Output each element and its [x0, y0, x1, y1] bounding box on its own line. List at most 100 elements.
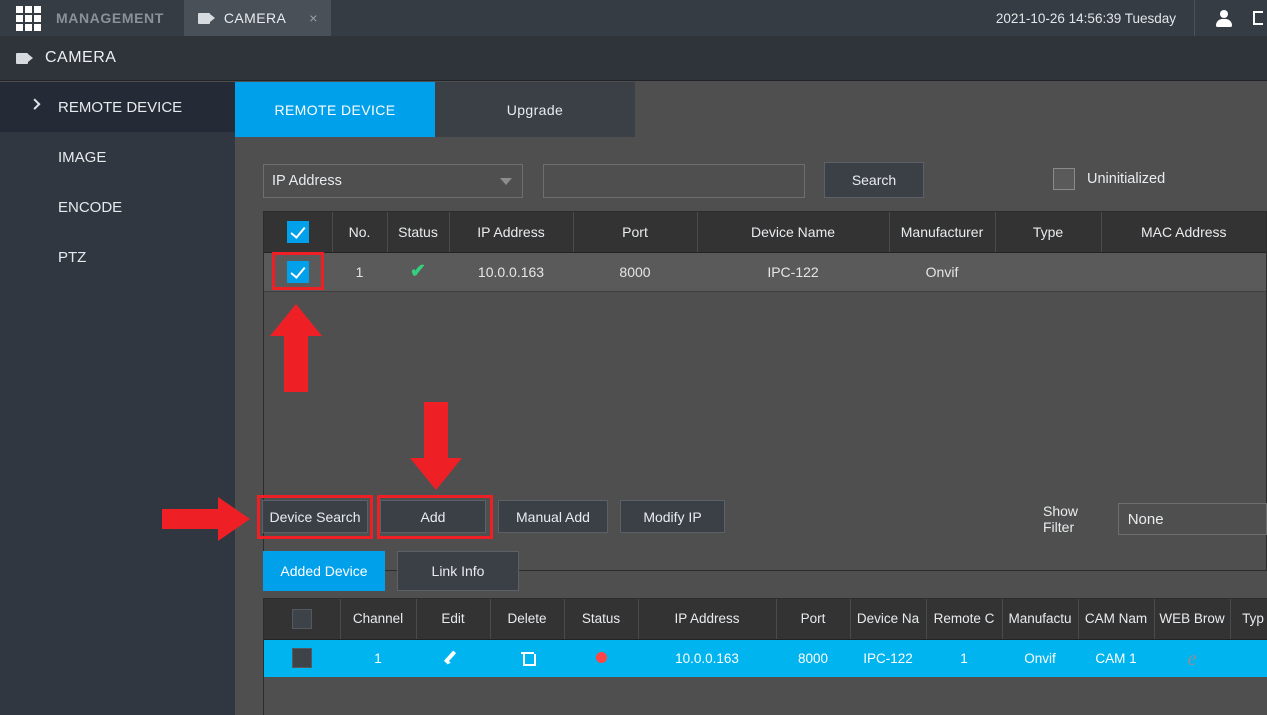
tab-camera[interactable]: CAMERA × [183, 0, 332, 36]
chevron-right-icon [29, 98, 41, 110]
sidebar-item-label: REMOTE DEVICE [58, 98, 183, 116]
trash-icon[interactable] [520, 649, 536, 666]
col-device-name: Device Name [697, 212, 890, 253]
added-row-checkbox-cell[interactable] [264, 639, 340, 677]
sidebar-item-encode[interactable]: ENCODE [0, 182, 235, 232]
added-cell-ip-address: 10.0.0.163 [638, 639, 776, 677]
table-row[interactable]: 1 ✔ 10.0.0.163 8000 IPC-122 Onvif [264, 252, 1266, 292]
sidebar-item-ptz[interactable]: PTZ [0, 232, 235, 282]
search-button[interactable]: Search [824, 162, 924, 198]
added-col-manufacturer: Manufactu [1002, 599, 1079, 640]
added-cell-edit[interactable] [416, 639, 490, 677]
search-filter-select[interactable]: IP Address [263, 164, 523, 198]
select-all-checkbox[interactable] [286, 220, 309, 243]
camera-icon [197, 12, 215, 24]
sidebar-item-label: PTZ [58, 248, 87, 266]
col-no: No. [332, 212, 388, 253]
row-checkbox-cell[interactable] [264, 252, 332, 292]
tab-link-info-label: Link Info [431, 563, 485, 579]
sidebar-item-image[interactable]: IMAGE [0, 132, 235, 182]
show-filter-label: Show Filter [1043, 503, 1079, 535]
device-search-button[interactable]: Device Search [262, 500, 368, 533]
cell-ip-address: 10.0.0.163 [449, 252, 573, 292]
page-title-bar: CAMERA [0, 36, 1267, 81]
logout-icon[interactable] [1253, 0, 1267, 36]
cell-manufacturer: Onvif [889, 252, 995, 292]
cell-device-name: IPC-122 [697, 252, 889, 292]
device-table-header-row: No. Status IP Address Port Device Name M… [264, 212, 1266, 253]
tab-added-device[interactable]: Added Device [263, 551, 385, 591]
added-cell-channel: 1 [340, 639, 416, 677]
action-button-row: Device Search Add Manual Add Modify IP [262, 500, 725, 533]
sidebar-item-label: ENCODE [58, 198, 123, 216]
added-col-channel: Channel [340, 599, 417, 640]
col-status: Status [387, 212, 450, 253]
page-title: CAMERA [45, 49, 117, 66]
cell-status: ✔ [387, 252, 449, 292]
sidebar-item-remote-device[interactable]: REMOTE DEVICE [0, 82, 235, 132]
app-root: MANAGEMENT CAMERA × 2021-10-26 14:56:39 … [0, 0, 1267, 715]
grid-icon [15, 5, 41, 31]
search-input[interactable] [543, 164, 805, 198]
added-col-edit: Edit [416, 599, 491, 640]
row-checkbox[interactable] [287, 260, 309, 283]
added-cell-manufacturer: Onvif [1002, 639, 1078, 677]
cell-port: 8000 [573, 252, 697, 292]
management-label: MANAGEMENT [56, 10, 164, 26]
added-col-ip-address: IP Address [638, 599, 777, 640]
manual-add-button[interactable]: Manual Add [498, 500, 608, 533]
uninitialized-label: Uninitialized [1087, 171, 1166, 187]
added-col-device-name: Device Na [850, 599, 927, 640]
added-cell-remote-channel: 1 [926, 639, 1002, 677]
search-row: IP Address Search Uninitialized [263, 162, 1267, 200]
added-cell-web-browser[interactable]: e [1154, 639, 1230, 677]
tab-remote-device[interactable]: REMOTE DEVICE [235, 82, 435, 137]
cell-no: 1 [332, 252, 387, 292]
tab-upgrade-label: Upgrade [506, 101, 564, 118]
datetime-display: 2021-10-26 14:56:39 Tuesday [978, 0, 1195, 36]
modify-ip-button[interactable]: Modify IP [620, 500, 725, 533]
added-cell-cam-name: CAM 1 [1078, 639, 1154, 677]
added-cell-status [564, 639, 638, 677]
uninitialized-checkbox[interactable] [1053, 168, 1075, 190]
added-col-select[interactable] [264, 599, 341, 640]
camera-icon [16, 52, 33, 64]
row-checkbox[interactable] [292, 648, 312, 669]
added-col-type: Typ [1230, 599, 1267, 640]
show-filter-select[interactable]: None [1117, 503, 1267, 535]
apps-grid-button[interactable] [0, 0, 56, 36]
col-manufacturer: Manufacturer [889, 212, 996, 253]
added-cell-delete[interactable] [490, 639, 564, 677]
user-account-button[interactable] [1195, 0, 1253, 36]
added-col-delete: Delete [490, 599, 565, 640]
check-icon: ✔ [410, 261, 426, 282]
show-filter-value: None [1127, 510, 1164, 528]
added-col-port: Port [776, 599, 851, 640]
show-filter-group: Show Filter None [1043, 503, 1267, 535]
cell-mac-address [1101, 252, 1266, 292]
added-col-web-browser: WEB Brow [1154, 599, 1231, 640]
tab-link-info[interactable]: Link Info [397, 551, 519, 591]
search-filter-value: IP Address [272, 173, 342, 189]
close-icon[interactable]: × [309, 10, 317, 26]
tab-remote-device-label: REMOTE DEVICE [274, 101, 396, 118]
added-table-header-row: Channel Edit Delete Status IP Address Po… [264, 599, 1267, 640]
added-device-table-wrap: Channel Edit Delete Status IP Address Po… [263, 598, 1267, 715]
person-icon [1216, 10, 1232, 27]
pencil-icon[interactable] [445, 649, 461, 665]
added-cell-device-name: IPC-122 [850, 639, 926, 677]
added-device-table: Channel Edit Delete Status IP Address Po… [264, 599, 1267, 677]
added-col-remote-channel: Remote C [926, 599, 1003, 640]
chevron-down-icon [500, 178, 512, 185]
device-table-select-all-header[interactable] [264, 212, 333, 253]
tab-camera-label: CAMERA [223, 10, 287, 26]
sidebar-item-label: IMAGE [58, 148, 107, 166]
tab-upgrade[interactable]: Upgrade [435, 82, 635, 137]
table-row[interactable]: 1 10.0.0.163 8000 IPC-122 1 Onvif CAM 1 … [264, 639, 1267, 677]
add-button[interactable]: Add [380, 500, 486, 533]
edge-browser-icon[interactable]: e [1187, 646, 1196, 670]
select-all-checkbox[interactable] [291, 608, 312, 629]
uninitialized-checkbox-group[interactable]: Uninitialized [1053, 168, 1165, 190]
status-dot-icon [595, 651, 607, 663]
